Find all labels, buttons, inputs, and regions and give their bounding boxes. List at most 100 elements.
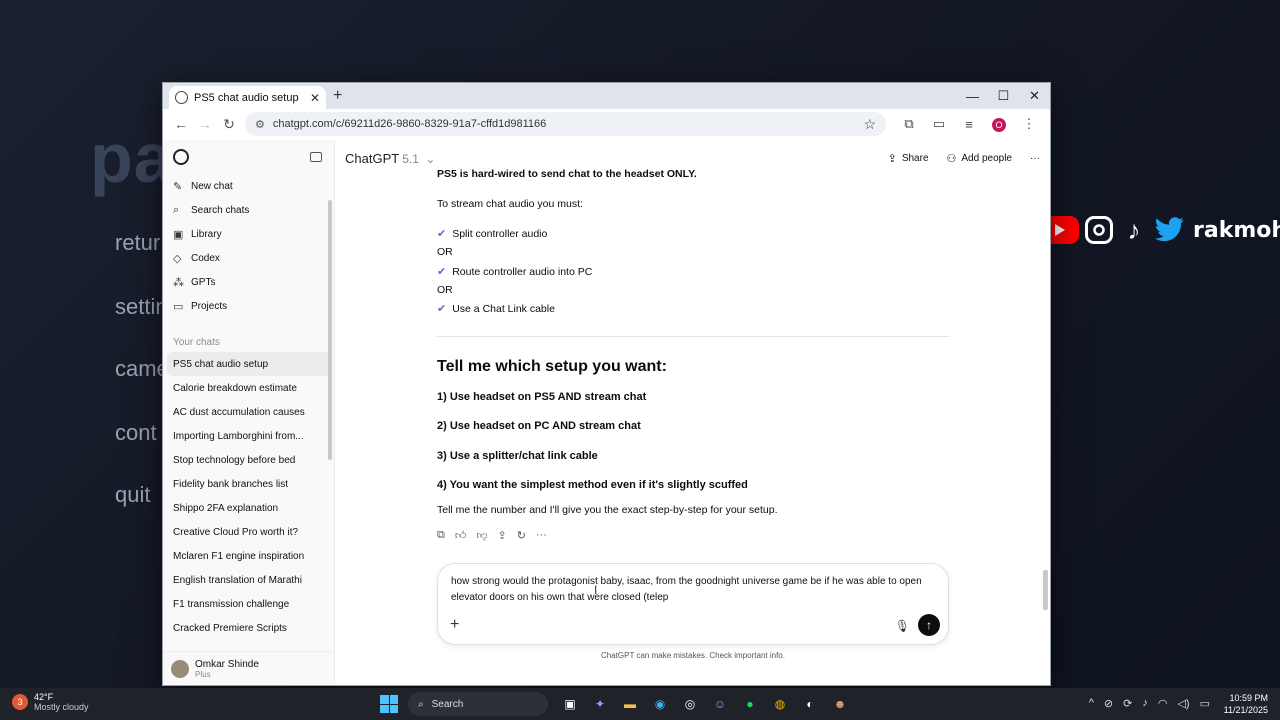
copy-icon[interactable]: ⧉ — [437, 529, 445, 542]
chat-main: ChatGPT 5.1 ⌄ ⇪ Share ⚇ Add people ··· PS5 … — [335, 140, 1050, 685]
thumbs-up-icon[interactable]: 👍︎ — [455, 529, 467, 542]
share-message-icon[interactable]: ⇪ — [498, 529, 507, 542]
library-icon: ▣ — [173, 228, 184, 241]
minimize-icon[interactable]: — — [957, 83, 988, 109]
add-attachment-icon[interactable]: + — [450, 616, 459, 634]
chrome-icon[interactable]: ◍ — [768, 692, 792, 716]
new-tab-icon[interactable]: + — [333, 87, 342, 105]
forward-icon[interactable]: → — [193, 116, 217, 132]
dell-icon[interactable]: ◎ — [678, 692, 702, 716]
more-actions-icon[interactable]: ··· — [536, 529, 547, 542]
avatar — [171, 659, 189, 678]
browser-tab[interactable]: PS5 chat audio setup ✕ — [169, 86, 326, 109]
option-line: 3) Use a splitter/chat link cable — [437, 450, 598, 462]
chat-item[interactable]: Mclaren F1 engine inspiration — [163, 544, 334, 568]
chat-item[interactable]: Fidelity bank branches list — [163, 472, 334, 496]
file-explorer-icon[interactable]: ▬ — [618, 692, 642, 716]
notification-icon[interactable]: ⊘ — [1104, 697, 1113, 710]
message-text: OR — [437, 246, 453, 258]
sidebar-item-projects[interactable]: ▭ Projects — [163, 294, 334, 318]
reload-icon[interactable]: ↻ — [217, 116, 241, 133]
tiktok-icon: ♪ — [1127, 214, 1141, 245]
sidebar-item-library[interactable]: ▣ Library — [163, 222, 334, 246]
chat-item[interactable]: English translation of Marathi — [163, 568, 334, 592]
chat-item[interactable]: PS5 chat audio setup — [167, 352, 330, 376]
sidebar-item-new-chat[interactable]: ✎ New chat — [163, 174, 334, 198]
taskbar-search[interactable]: ⌕ Search — [408, 692, 548, 716]
prompt-input[interactable]: how strong would the protagonist baby, i… — [451, 574, 939, 606]
maximize-icon[interactable]: ☐ — [988, 83, 1019, 109]
battery-icon[interactable]: ▭ — [1200, 697, 1210, 710]
checkmark-icon: ✔ — [437, 266, 447, 278]
chat-item[interactable]: Cracked Premiere Scripts — [163, 616, 334, 640]
chat-item[interactable]: AC dust accumulation causes — [163, 400, 334, 424]
site-info-icon[interactable]: ⚙ — [255, 118, 265, 131]
spotify-icon[interactable]: ● — [738, 692, 762, 716]
profile-avatar[interactable]: O — [984, 116, 1014, 132]
windows-start-icon[interactable] — [380, 695, 398, 713]
model-selector[interactable]: ChatGPT 5.1 ⌄ — [345, 151, 435, 166]
app-icon[interactable]: ☻ — [828, 692, 852, 716]
discord-icon[interactable]: ☺ — [708, 692, 732, 716]
twitter-icon — [1155, 215, 1185, 245]
back-icon[interactable]: ← — [169, 116, 193, 132]
send-button[interactable]: ↑ — [918, 614, 940, 636]
sync-icon[interactable]: ⟳ — [1123, 697, 1132, 710]
url-field[interactable]: ⚙ chatgpt.com/c/69211d26-9860-8329-91a7-… — [245, 112, 886, 136]
chevron-up-icon[interactable]: ^ — [1089, 697, 1094, 710]
task-view-icon[interactable]: ▣ — [558, 692, 582, 716]
gpts-icon: ⁂ — [173, 276, 184, 289]
menu-icon[interactable]: ⋮ — [1014, 116, 1044, 132]
option-line: 4) You want the simplest method even if … — [437, 479, 748, 491]
add-people-button[interactable]: ⚇ Add people — [947, 152, 1012, 165]
sidebar-toggle-icon[interactable] — [310, 152, 322, 162]
taskbar: 3 42°F Mostly cloudy ⌕ Search ▣ ✦ ▬ ◉ ◎ ☺… — [0, 688, 1280, 720]
thumbs-down-icon[interactable]: 👎︎ — [476, 529, 487, 542]
extensions-icon[interactable]: ⧉ — [894, 116, 924, 132]
chat-item[interactable]: F1 transmission challenge — [163, 592, 334, 616]
chat-scrollbar[interactable] — [1043, 570, 1048, 610]
github-icon[interactable]: ◐ — [798, 692, 822, 716]
close-window-icon[interactable]: ✕ — [1019, 83, 1050, 109]
tab-bar: PS5 chat audio setup ✕ + — ☐ ✕ — [163, 83, 1050, 109]
chevron-down-icon: ⌄ — [421, 151, 436, 166]
regenerate-icon[interactable]: ↻ — [517, 529, 526, 542]
edge-icon[interactable]: ◉ — [648, 692, 672, 716]
message-composer[interactable]: how strong would the protagonist baby, i… — [437, 563, 949, 645]
sidebar-scrollbar[interactable] — [328, 200, 332, 460]
weather-widget[interactable]: 3 42°F Mostly cloudy — [12, 692, 89, 712]
background-menu-item: quit — [115, 482, 151, 507]
chat-item[interactable]: Creative Cloud Pro worth it? — [163, 520, 334, 544]
sidebar-item-gpts[interactable]: ⁂ GPTs — [163, 270, 334, 294]
message-heading: Tell me which setup you want: — [437, 358, 667, 375]
tab-title: PS5 chat audio setup — [194, 91, 299, 104]
chat-item[interactable]: Shippo 2FA explanation — [163, 496, 334, 520]
bookmark-star-icon[interactable]: ☆ — [863, 116, 876, 133]
cast-icon[interactable]: ▭ — [924, 116, 954, 132]
media-icon[interactable]: ≡ — [954, 117, 984, 132]
volume-icon[interactable]: ◁) — [1177, 697, 1189, 710]
assistant-message: PS5 is hard-wired to send chat to the he… — [437, 140, 949, 560]
sidebar-item-search[interactable]: ⌕ Search chats — [163, 198, 334, 222]
close-tab-icon[interactable]: ✕ — [310, 91, 320, 105]
sidebar-item-codex[interactable]: ◇ Codex — [163, 246, 334, 270]
more-options-icon[interactable]: ··· — [1030, 153, 1040, 164]
instagram-icon — [1085, 216, 1113, 244]
chat-item[interactable]: Stop technology before bed — [163, 448, 334, 472]
wifi-icon[interactable]: ◠ — [1158, 697, 1168, 710]
chatgpt-app: ✎ New chat ⌕ Search chats ▣ Library ◇ Codex … — [163, 140, 1050, 685]
search-icon: ⌕ — [173, 203, 180, 216]
user-profile[interactable]: Omkar Shinde Plus — [163, 651, 334, 685]
microphone-icon[interactable]: 🎙︎ — [895, 619, 910, 633]
browser-window: PS5 chat audio setup ✕ + — ☐ ✕ ← → ↻ ⚙ c… — [162, 82, 1051, 686]
copilot-icon[interactable]: ✦ — [588, 692, 612, 716]
chat-item[interactable]: Calorie breakdown estimate — [163, 376, 334, 400]
mic-tray-icon[interactable]: ♪ — [1142, 697, 1148, 710]
message-text: PS5 is hard-wired to send chat to the he… — [437, 168, 697, 180]
codex-icon: ◇ — [173, 252, 182, 265]
clock[interactable]: 10:59 PM 11/21/2025 — [1224, 692, 1268, 716]
chat-item[interactable]: Importing Lamborghini from... — [163, 424, 334, 448]
chatgpt-logo-icon[interactable] — [173, 149, 189, 165]
weather-temp: 42°F — [34, 692, 54, 702]
compose-icon: ✎ — [173, 180, 183, 193]
